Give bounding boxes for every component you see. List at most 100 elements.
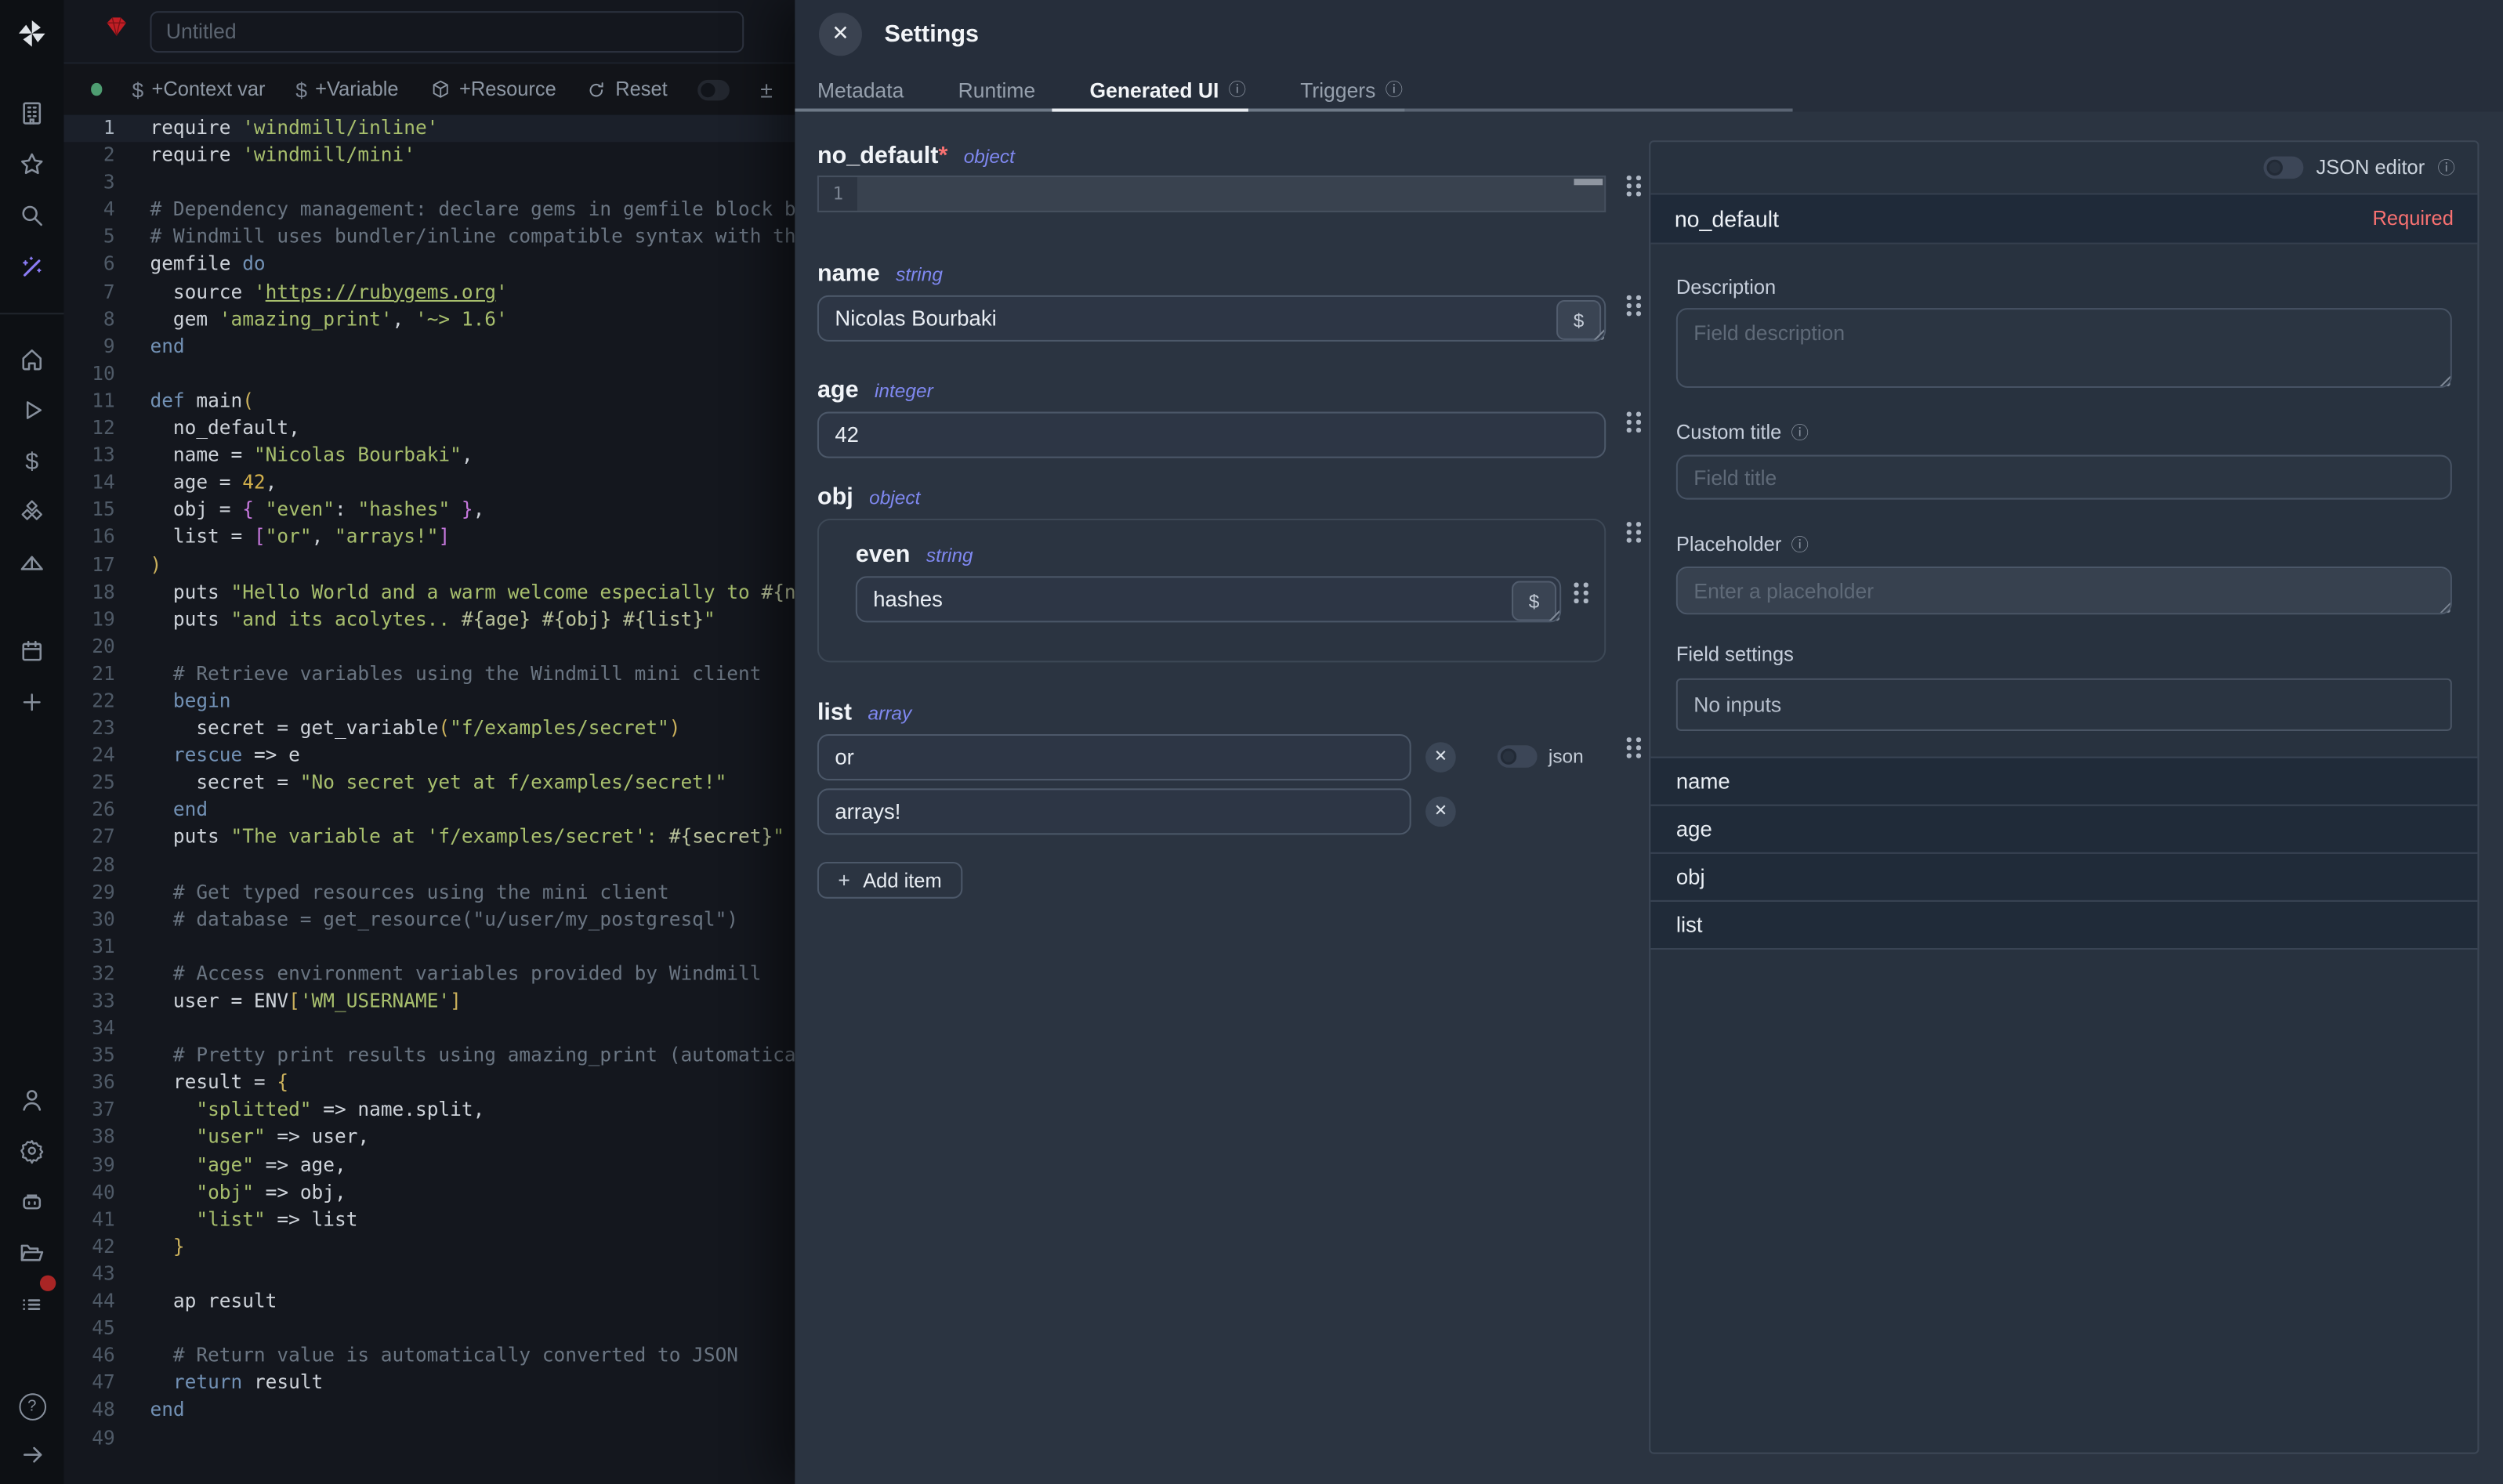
windmill-logo-icon[interactable] [0, 13, 63, 54]
code-line[interactable]: 20 [63, 633, 795, 661]
folders-icon[interactable] [0, 1239, 63, 1268]
json-toggle[interactable] [1498, 745, 1538, 768]
ai-wand-icon[interactable] [0, 252, 63, 281]
workspace-building-icon[interactable] [0, 99, 63, 128]
remove-item-icon[interactable]: ✕ [1425, 742, 1456, 773]
variables-dollar-icon[interactable]: $ [0, 447, 63, 476]
code-line[interactable]: 44 ap result [63, 1288, 795, 1316]
code-line[interactable]: 16 list = ["or", "arrays!"] [63, 524, 795, 552]
name-input[interactable] [817, 295, 1606, 342]
panel-field-row-obj[interactable]: obj [1650, 852, 2477, 900]
reset-button[interactable]: Reset [587, 78, 668, 101]
code-line[interactable]: 34 [63, 1015, 795, 1043]
drag-handle-icon[interactable] [1574, 583, 1588, 603]
insert-variable-button[interactable]: $ [1556, 300, 1601, 340]
settings-gear-icon[interactable] [0, 1136, 63, 1165]
panel-field-row-name[interactable]: name [1650, 757, 2477, 805]
code-line[interactable]: 8 gem 'amazing_print', '~> 1.6' [63, 306, 795, 333]
code-line[interactable]: 45 [63, 1316, 795, 1343]
runs-play-icon[interactable] [0, 396, 63, 425]
schedules-prism-icon[interactable] [0, 549, 63, 578]
code-line[interactable]: 3 [63, 169, 795, 197]
code-line[interactable]: 28 [63, 852, 795, 879]
list-item-input[interactable] [817, 788, 1411, 834]
code-line[interactable]: 6gemfile do [63, 252, 795, 279]
custom-title-input[interactable] [1676, 455, 2452, 500]
code-line[interactable]: 7 source 'https://rubygems.org' [63, 279, 795, 306]
add-resource-button[interactable]: +Resource [429, 78, 556, 101]
code-line[interactable]: 47 return result [63, 1370, 795, 1397]
code-line[interactable]: 46 # Return value is automatically conve… [63, 1343, 795, 1370]
tab-generated-ui[interactable]: Generated UIⓘ [1090, 77, 1246, 103]
drag-handle-icon[interactable] [1627, 412, 1641, 433]
code-line[interactable]: 40 "obj" => obj, [63, 1179, 795, 1207]
code-line[interactable]: 33 user = ENV['WM_USERNAME'] [63, 988, 795, 1015]
placeholder-textarea[interactable] [1676, 566, 2452, 614]
code-line[interactable]: 48end [63, 1397, 795, 1424]
code-line[interactable]: 2require 'windmill/mini' [63, 142, 795, 169]
code-line[interactable]: 29 # Get typed resources using the mini … [63, 879, 795, 907]
code-line[interactable]: 49 [63, 1424, 795, 1452]
no-default-json-editor[interactable]: 1 [817, 176, 1606, 212]
code-line[interactable]: 39 "age" => age, [63, 1152, 795, 1179]
help-question-icon[interactable]: ? [0, 1392, 63, 1421]
tab-runtime[interactable]: Runtime [958, 78, 1036, 102]
code-line[interactable]: 26 end [63, 797, 795, 824]
code-line[interactable]: 37 "splitted" => name.split, [63, 1097, 795, 1124]
drag-handle-icon[interactable] [1627, 295, 1641, 316]
selected-field-header[interactable]: no_default Required [1650, 193, 2477, 244]
account-person-icon[interactable] [0, 1085, 63, 1114]
code-line[interactable]: 38 "user" => user, [63, 1124, 795, 1152]
code-line[interactable]: 9end [63, 333, 795, 360]
insert-variable-button[interactable]: $ [1512, 581, 1556, 621]
calendar-icon[interactable] [0, 637, 63, 666]
add-item-button[interactable]: + Add item [817, 862, 962, 899]
code-line[interactable]: 12 no_default, [63, 415, 795, 443]
resources-cubes-icon[interactable] [0, 498, 63, 527]
code-line[interactable]: 30 # database = get_resource("u/user/my_… [63, 906, 795, 933]
code-line[interactable]: 18 puts "Hello World and a warm welcome … [63, 579, 795, 606]
code-line[interactable]: 1require 'windmill/inline' [63, 115, 795, 143]
code-line[interactable]: 35 # Pretty print results using amazing_… [63, 1043, 795, 1070]
code-line[interactable]: 11def main( [63, 388, 795, 415]
panel-field-row-list[interactable]: list [1650, 900, 2477, 950]
info-icon[interactable]: ⓘ [1229, 77, 1246, 103]
age-input[interactable] [817, 412, 1606, 458]
code-line[interactable]: 24 rescue => e [63, 743, 795, 770]
info-icon[interactable]: ⓘ [1791, 420, 1809, 446]
close-icon[interactable]: ✕ [819, 12, 862, 55]
tab-triggers[interactable]: Triggersⓘ [1300, 77, 1403, 103]
drag-handle-icon[interactable] [1627, 522, 1641, 542]
home-icon[interactable] [0, 345, 63, 374]
code-line[interactable]: 13 name = "Nicolas Bourbaki", [63, 443, 795, 470]
code-line[interactable]: 32 # Access environment variables provid… [63, 961, 795, 988]
code-line[interactable]: 22 begin [63, 688, 795, 715]
info-icon[interactable]: ⓘ [1386, 77, 1403, 103]
code-line[interactable]: 43 [63, 1261, 795, 1288]
json-editor-toggle[interactable] [2263, 157, 2303, 179]
add-variable-button[interactable]: $ +Variable [295, 78, 398, 102]
expand-arrow-icon[interactable] [0, 1439, 63, 1468]
favorites-star-icon[interactable] [0, 150, 63, 179]
diff-toggle[interactable] [697, 79, 730, 100]
code-line[interactable]: 41 "list" => list [63, 1206, 795, 1233]
code-line[interactable]: 21 # Retrieve variables using the Windmi… [63, 661, 795, 688]
add-plus-icon[interactable] [0, 688, 63, 717]
code-line[interactable]: 15 obj = { "even": "hashes" }, [63, 497, 795, 524]
info-icon[interactable]: ⓘ [2437, 155, 2454, 181]
code-line[interactable]: 36 result = { [63, 1070, 795, 1097]
add-context-var-button[interactable]: $ +Context var [132, 78, 266, 102]
code-line[interactable]: 14 age = 42, [63, 469, 795, 497]
plus-minus-button[interactable]: ± [760, 77, 773, 103]
script-title-input[interactable] [150, 10, 744, 52]
code-line[interactable]: 27 puts "The variable at 'f/examples/sec… [63, 824, 795, 852]
tab-metadata[interactable]: Metadata [817, 78, 904, 102]
drag-handle-icon[interactable] [1627, 737, 1641, 758]
audit-logs-list-icon[interactable] [0, 1290, 63, 1319]
remove-item-icon[interactable]: ✕ [1425, 796, 1456, 827]
panel-field-row-age[interactable]: age [1650, 805, 2477, 852]
workers-robot-icon[interactable] [0, 1188, 63, 1217]
search-icon[interactable] [0, 201, 63, 230]
mini-scrollbar-thumb[interactable] [1574, 179, 1603, 185]
list-item-input[interactable] [817, 734, 1411, 780]
